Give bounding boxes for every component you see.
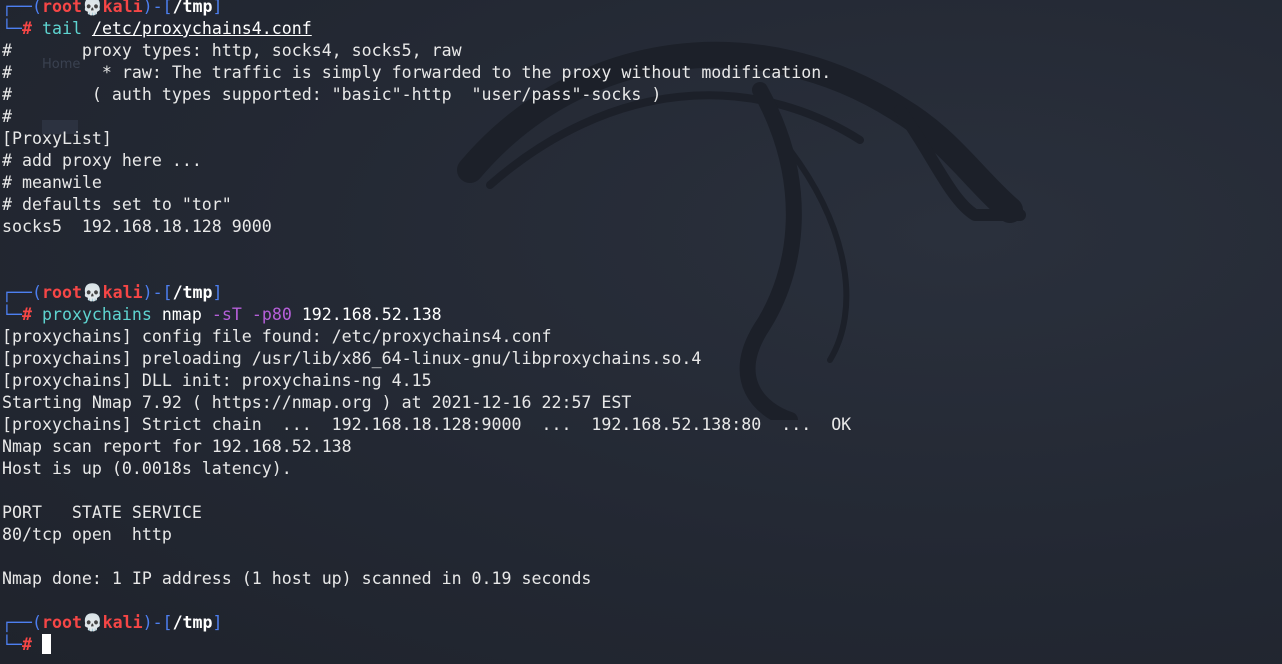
command-name: proxychains xyxy=(41,305,152,324)
output-line: Starting Nmap 7.92 ( https://nmap.org ) … xyxy=(2,393,632,412)
prompt-symbol: # xyxy=(21,635,32,654)
prompt-user: root xyxy=(41,613,82,632)
command-input-line[interactable]: └─# xyxy=(2,634,1272,656)
prompt-header-line: ┌──(root💀kali)-[/tmp] xyxy=(2,0,1272,18)
prompt-symbol: # xyxy=(21,305,32,324)
output-line: socks5 192.168.18.128 9000 xyxy=(2,217,272,236)
output-line: PORT STATE SERVICE xyxy=(2,503,202,522)
skull-icon: 💀 xyxy=(81,283,103,302)
prompt-user: root xyxy=(41,283,82,302)
command-option: -sT xyxy=(211,305,242,324)
output-line: # meanwile xyxy=(2,173,102,192)
output-line: [proxychains] DLL init: proxychains-ng 4… xyxy=(2,371,432,390)
output-line: [ProxyList] xyxy=(2,129,112,148)
terminal-output: ┌──(root💀kali)-[/tmp] └─# tail /etc/prox… xyxy=(2,0,1272,656)
prompt-host: kali xyxy=(102,613,143,632)
prompt-cwd: /tmp xyxy=(172,283,213,302)
command-target: 192.168.52.138 xyxy=(301,305,442,324)
prompt-host: kali xyxy=(102,283,143,302)
output-line: # xyxy=(2,107,12,126)
prompt-cwd: /tmp xyxy=(172,613,213,632)
prompt-header-line: ┌──(root💀kali)-[/tmp] xyxy=(2,283,223,302)
output-line: # * raw: The traffic is simply forwarded… xyxy=(2,63,832,82)
command-line: └─# tail /etc/proxychains4.conf xyxy=(2,19,312,38)
output-line: [proxychains] preloading /usr/lib/x86_64… xyxy=(2,349,702,368)
output-line: # ( auth types supported: "basic"-http "… xyxy=(2,85,662,104)
prompt-cwd: /tmp xyxy=(172,0,213,16)
prompt-symbol: # xyxy=(21,19,32,38)
skull-icon: 💀 xyxy=(81,0,103,16)
command-program: nmap xyxy=(161,305,202,324)
output-line: [proxychains] Strict chain ... 192.168.1… xyxy=(2,415,852,434)
command-line: └─# proxychains nmap -sT -p80 192.168.52… xyxy=(2,305,442,324)
text-cursor[interactable] xyxy=(41,634,51,654)
output-line: 80/tcp open http xyxy=(2,525,172,544)
output-line: [proxychains] config file found: /etc/pr… xyxy=(2,327,552,346)
command-name: tail xyxy=(41,19,82,38)
skull-icon: 💀 xyxy=(81,613,103,632)
prompt-host: kali xyxy=(102,0,143,16)
prompt-header-line: ┌──(root💀kali)-[/tmp] xyxy=(2,613,223,632)
output-line: Nmap scan report for 192.168.52.138 xyxy=(2,437,352,456)
output-line: # defaults set to "tor" xyxy=(2,195,232,214)
output-line: # add proxy here ... xyxy=(2,151,202,170)
command-option: -p80 xyxy=(251,305,292,324)
output-line: Nmap done: 1 IP address (1 host up) scan… xyxy=(2,569,592,588)
output-line: # proxy types: http, socks4, socks5, raw xyxy=(2,41,462,60)
prompt-user: root xyxy=(41,0,82,16)
output-line: Host is up (0.0018s latency). xyxy=(2,459,292,478)
command-argument: /etc/proxychains4.conf xyxy=(91,19,312,38)
terminal-window[interactable]: Home ┌──(root💀kali)-[/tmp] └─# tail /etc… xyxy=(0,0,1282,664)
